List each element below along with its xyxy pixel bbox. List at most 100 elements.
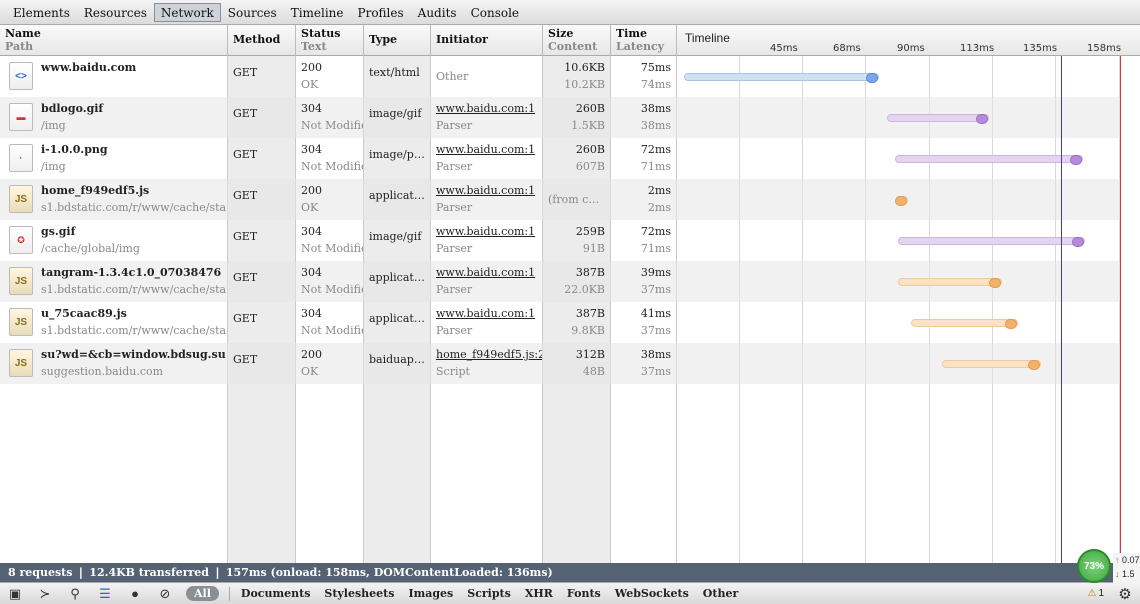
header-initiator[interactable]: Initiator xyxy=(431,25,543,56)
size-cell: (from cache) xyxy=(543,179,610,220)
table-row[interactable]: ·i-1.0.0.png/imgGET304Not Modifiedimage/… xyxy=(0,138,1120,179)
settings-gear-icon[interactable]: ⚙ xyxy=(1110,583,1140,604)
warning-icon[interactable]: ⚠ xyxy=(1087,588,1096,599)
timeline-tick-label: 68ms xyxy=(833,43,861,54)
header-time[interactable]: Time Latency xyxy=(611,25,677,56)
status-text: OK xyxy=(301,78,319,91)
filter-documents[interactable]: Documents xyxy=(234,587,317,600)
initiator-link[interactable]: www.baidu.com:1 xyxy=(436,306,537,323)
status-cell: 304 Not Modified xyxy=(296,302,363,343)
tab-console[interactable]: Console xyxy=(464,3,526,22)
time-cell: 2ms 2ms xyxy=(611,179,676,220)
name-cell: tangram-1.3.4c1.0_07038476 s1.bdstatic.co… xyxy=(36,261,226,302)
warning-count[interactable]: 1 xyxy=(1098,588,1104,599)
search-icon[interactable]: ⚲ xyxy=(60,583,90,604)
initiator-kind: Parser xyxy=(436,119,473,132)
table-row[interactable]: JS tangram-1.3.4c1.0_07038476 s1.bdstatic.… xyxy=(0,261,1120,302)
initiator-cell: www.baidu.com:1 Parser xyxy=(431,302,542,343)
table-row[interactable]: JS u_75caac89.js s1.bdstatic.com/r/www/cac… xyxy=(0,302,1120,343)
header-size[interactable]: Size Content xyxy=(543,25,611,56)
header-type[interactable]: Type xyxy=(364,25,431,56)
initiator-kind: Script xyxy=(436,365,470,378)
header-initiator-label: Initiator xyxy=(436,33,488,46)
filter-images[interactable]: Images xyxy=(401,587,460,600)
time-value: 2ms xyxy=(647,184,671,197)
tab-timeline[interactable]: Timeline xyxy=(284,3,351,22)
filter-websockets[interactable]: WebSockets xyxy=(608,587,696,600)
table-row[interactable]: JS su?wd=&cb=window.bdsug.sug suggestion.b… xyxy=(0,343,1120,384)
timeline-bar[interactable] xyxy=(910,319,1018,329)
status-text: Not Modified xyxy=(301,160,363,173)
content-size: 1.5KB xyxy=(571,119,605,132)
header-time-label: Time xyxy=(616,27,648,40)
tab-sources[interactable]: Sources xyxy=(221,3,284,22)
record-icon[interactable]: ● xyxy=(120,583,150,604)
content-size: 10.2KB xyxy=(564,78,605,91)
timeline-bar[interactable] xyxy=(895,155,1083,165)
table-row[interactable]: ▬bdlogo.gif/imgGET304Not Modifiedimage/g… xyxy=(0,97,1120,138)
tab-profiles[interactable]: Profiles xyxy=(351,3,411,22)
js-file-icon: JS xyxy=(9,349,33,377)
time-value: 38ms xyxy=(640,102,671,115)
tab-resources[interactable]: Resources xyxy=(77,3,154,22)
timeline-tick-label: 135ms xyxy=(1023,43,1058,54)
initiator-link[interactable]: www.baidu.com:1 xyxy=(436,265,537,282)
header-status-label: Status xyxy=(301,27,341,40)
header-status[interactable]: Status Text xyxy=(296,25,364,56)
header-timeline[interactable]: Timeline 45ms 68ms 90ms 113ms 135ms 158ms xyxy=(677,25,1140,56)
timeline-bar-receiving xyxy=(988,278,1001,288)
table-row[interactable]: ✪ gs.gif/cache/global/img GET 304 Not Modifi… xyxy=(0,220,1120,261)
filter-scripts[interactable]: Scripts xyxy=(460,587,518,600)
timeline-bar[interactable] xyxy=(684,73,880,83)
filter-fonts[interactable]: Fonts xyxy=(560,587,608,600)
timeline-bar[interactable] xyxy=(897,278,1002,288)
initiator-link[interactable]: home_f949edf5.js:2 xyxy=(436,347,542,364)
status-text: OK xyxy=(301,365,319,378)
status-cell: 304 Not Modified xyxy=(296,261,363,302)
time-value: 38ms xyxy=(640,348,671,361)
timeline-bar[interactable] xyxy=(887,114,989,124)
filter-all[interactable]: All xyxy=(186,586,219,601)
request-path: /img xyxy=(41,160,66,173)
time-cell: 38ms 37ms xyxy=(611,343,676,384)
method-cell: GET xyxy=(233,230,258,243)
filter-xhr[interactable]: XHR xyxy=(518,587,560,600)
table-row[interactable]: <> www.baidu.com GET 200 OK text/html Other 10.… xyxy=(0,56,1120,97)
js-file-icon: JS xyxy=(9,267,33,295)
initiator-link[interactable]: www.baidu.com:1 xyxy=(436,224,537,241)
header-timeline-label: Timeline xyxy=(685,31,730,45)
status-code: 304 xyxy=(301,225,322,238)
status-text: Not Modified xyxy=(301,119,363,132)
network-speed-badge[interactable]: 73% xyxy=(1077,549,1111,583)
status-code: 304 xyxy=(301,307,322,320)
header-method[interactable]: Method xyxy=(228,25,296,56)
image-file-icon: ▬ xyxy=(9,103,33,131)
list-view-icon[interactable]: ☰ xyxy=(90,583,120,604)
timeline-bar[interactable] xyxy=(897,237,1086,247)
tab-audits[interactable]: Audits xyxy=(411,3,464,22)
request-path: /cache/global/img xyxy=(41,242,140,255)
initiator-link[interactable]: www.baidu.com:1 xyxy=(436,183,537,200)
header-name[interactable]: Name Path xyxy=(0,25,228,56)
filter-other[interactable]: Other xyxy=(696,587,745,600)
table-row[interactable]: JS home_f949edf5.js s1.bdstatic.com/r/www/… xyxy=(0,179,1120,220)
timeline-bar-receiving xyxy=(1072,237,1085,247)
html-file-icon: <> xyxy=(9,62,33,90)
header-type-label: Type xyxy=(369,33,398,46)
time-value: 75ms xyxy=(640,61,671,74)
dock-toggle-icon[interactable]: ▣ xyxy=(0,583,30,604)
status-code: 200 xyxy=(301,348,322,361)
filter-stylesheets[interactable]: Stylesheets xyxy=(317,587,401,600)
tab-elements[interactable]: Elements xyxy=(6,3,77,22)
js-file-icon: JS xyxy=(9,185,33,213)
tab-network[interactable]: Network xyxy=(153,2,221,22)
clear-icon[interactable]: ⊘ xyxy=(150,583,180,604)
initiator-link[interactable]: www.baidu.com:1 xyxy=(436,142,537,159)
time-value: 41ms xyxy=(640,307,671,320)
console-toggle-icon[interactable]: ≻ xyxy=(30,583,60,604)
initiator-link[interactable]: www.baidu.com:1 xyxy=(436,101,537,118)
method-cell: GET xyxy=(233,66,258,79)
timeline-bar[interactable] xyxy=(894,196,908,206)
js-file-icon: JS xyxy=(9,308,33,336)
timeline-bar[interactable] xyxy=(941,360,1041,370)
